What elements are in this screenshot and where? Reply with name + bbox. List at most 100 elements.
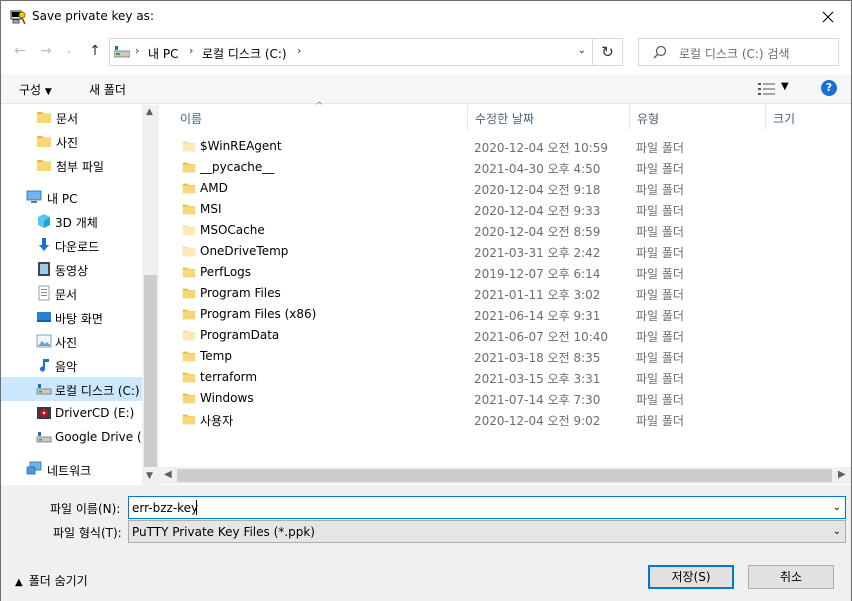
- filetype-select[interactable]: PuTTY Private Key Files (*.ppk) ⌄: [128, 520, 846, 543]
- scroll-left-icon[interactable]: ◀: [164, 469, 172, 480]
- file-type: 파일 폴더: [636, 225, 684, 239]
- file-type: 파일 폴더: [636, 141, 684, 155]
- file-row[interactable]: __pycache__ 2021-04-30 오후 4:50 파일 폴더: [161, 157, 741, 178]
- search-box[interactable]: 로컬 디스크 (C:) 검색: [638, 38, 839, 66]
- help-button[interactable]: ?: [821, 80, 837, 96]
- back-button[interactable]: ←: [10, 41, 30, 61]
- file-row[interactable]: OneDriveTemp 2021-03-31 오후 2:42 파일 폴더: [161, 241, 741, 262]
- file-row[interactable]: MSI 2020-12-04 오전 9:33 파일 폴더: [161, 199, 741, 220]
- nav-item[interactable]: 첨부 파일: [1, 153, 142, 177]
- nav-item[interactable]: 문서: [1, 281, 142, 305]
- navigation-scrollbar[interactable]: ▲ ▼: [142, 105, 159, 485]
- file-name: OneDriveTemp: [200, 244, 289, 258]
- forward-button[interactable]: →: [36, 41, 56, 61]
- filename-input[interactable]: err-bzz-key ⌄: [128, 496, 846, 519]
- scrollbar-thumb[interactable]: [144, 275, 157, 467]
- organize-button[interactable]: 구성 ▼: [19, 81, 52, 98]
- file-type: 파일 폴더: [636, 393, 684, 407]
- breadcrumb-my-pc[interactable]: 내 PC: [148, 45, 178, 62]
- horizontal-scrollbar[interactable]: ◀ ▶: [159, 467, 851, 484]
- nav-item[interactable]: 내 PC: [1, 185, 142, 209]
- drive-icon: [114, 46, 130, 58]
- nav-item[interactable]: 바탕 화면: [1, 305, 142, 329]
- folder-icon: [182, 288, 196, 299]
- breadcrumb-separator: ›: [297, 44, 302, 57]
- nav-item[interactable]: 사진: [1, 129, 142, 153]
- file-row[interactable]: AMD 2020-12-04 오전 9:18 파일 폴더: [161, 178, 741, 199]
- file-date: 2021-03-15 오후 3:31: [474, 372, 601, 386]
- column-header-size[interactable]: 크기: [766, 105, 851, 130]
- file-row[interactable]: Program Files (x86) 2021-06-14 오후 9:31 파일 …: [161, 304, 741, 325]
- file-date: 2021-07-14 오후 7:30: [474, 393, 601, 407]
- music-icon: [40, 359, 49, 372]
- file-type: 파일 폴더: [636, 372, 684, 386]
- file-type: 파일 폴더: [636, 183, 684, 197]
- address-dropdown-icon[interactable]: ⌄: [578, 45, 586, 56]
- column-header-name[interactable]: 이름: [173, 105, 468, 130]
- scroll-up-icon[interactable]: ▲: [146, 107, 153, 117]
- up-button[interactable]: ↑: [85, 41, 105, 61]
- scroll-right-icon[interactable]: ▶: [838, 469, 846, 480]
- folder-icon: [182, 162, 196, 173]
- nav-item-label: 사진: [56, 136, 79, 150]
- folder-icon: [182, 330, 196, 341]
- nav-item-label: 동영상: [55, 264, 89, 278]
- file-name: PerfLogs: [200, 265, 252, 279]
- nav-item[interactable]: 음악: [1, 353, 142, 377]
- folder-icon: [37, 160, 51, 171]
- file-date: 2021-04-30 오후 4:50: [474, 162, 601, 176]
- nav-item[interactable]: DriverCD (E:): [1, 401, 142, 425]
- file-row[interactable]: ProgramData 2021-06-07 오전 10:40 파일 폴더: [161, 325, 741, 346]
- file-row[interactable]: Program Files 2021-01-11 오후 3:02 파일 폴더: [161, 283, 741, 304]
- hide-folders-button[interactable]: ▲ 폴더 숨기기: [15, 572, 88, 589]
- nav-item[interactable]: 다운로드: [1, 233, 142, 257]
- folder-icon: [182, 204, 196, 215]
- file-row[interactable]: PerfLogs 2019-12-07 오후 6:14 파일 폴더: [161, 262, 741, 283]
- file-row[interactable]: Temp 2021-03-18 오전 8:35 파일 폴더: [161, 346, 741, 367]
- nav-item[interactable]: 동영상: [1, 257, 142, 281]
- save-button[interactable]: 저장(S): [648, 565, 734, 589]
- nav-item-label: 3D 개체: [55, 216, 98, 230]
- file-row[interactable]: 사용자 2020-12-04 오전 9:02 파일 폴더: [161, 409, 741, 430]
- nav-item-label: 로컬 디스크 (C:): [55, 384, 140, 398]
- download-icon: [39, 238, 49, 251]
- breadcrumb-local-disk[interactable]: 로컬 디스크 (C:): [202, 45, 287, 62]
- file-date: 2020-12-04 오전 8:59: [474, 225, 601, 239]
- file-row[interactable]: terraform 2021-03-15 오후 3:31 파일 폴더: [161, 367, 741, 388]
- column-header-type[interactable]: 유형: [630, 105, 766, 130]
- view-options-icon[interactable]: [758, 82, 776, 96]
- new-folder-button[interactable]: 새 폴더: [89, 81, 126, 98]
- file-date: 2021-03-18 오전 8:35: [474, 351, 601, 365]
- computer-icon: [26, 190, 42, 203]
- close-button[interactable]: [805, 1, 851, 32]
- folder-icon: [182, 141, 196, 152]
- file-type: 파일 폴더: [636, 351, 684, 365]
- recent-locations-button[interactable]: ⌄: [59, 41, 79, 61]
- scroll-down-icon[interactable]: ▼: [146, 471, 153, 481]
- nav-item[interactable]: 문서: [1, 105, 142, 129]
- folder-icon: [182, 414, 196, 425]
- address-bar[interactable]: › 내 PC › 로컬 디스크 (C:) › ⌄: [109, 38, 593, 66]
- file-row[interactable]: MSOCache 2020-12-04 오전 8:59 파일 폴더: [161, 220, 741, 241]
- cancel-button[interactable]: 취소: [748, 565, 834, 589]
- nav-item[interactable]: 3D 개체: [1, 209, 142, 233]
- nav-item[interactable]: 사진: [1, 329, 142, 353]
- refresh-button[interactable]: ↻: [593, 38, 623, 66]
- breadcrumb-separator: ›: [189, 44, 194, 57]
- column-header-date[interactable]: 수정한 날짜: [468, 105, 630, 130]
- scrollbar-thumb[interactable]: [177, 469, 832, 482]
- file-date: 2019-12-07 오후 6:14: [474, 267, 601, 281]
- chevron-down-icon[interactable]: ⌄: [833, 502, 841, 513]
- file-name: MSOCache: [200, 223, 265, 237]
- file-list: ^ 이름 수정한 날짜 유형 크기 $WinREAgent 2020-12-04 …: [161, 101, 851, 467]
- view-dropdown-icon[interactable]: ▼: [781, 81, 789, 92]
- nav-item[interactable]: 로컬 디스크 (C:): [1, 377, 142, 401]
- file-date: 2021-01-11 오후 3:02: [474, 288, 601, 302]
- file-row[interactable]: Windows 2021-07-14 오후 7:30 파일 폴더: [161, 388, 741, 409]
- nav-item[interactable]: 네트워크: [1, 457, 142, 481]
- filetype-value: PuTTY Private Key Files (*.ppk): [132, 525, 315, 539]
- folder-icon: [182, 351, 196, 362]
- file-row[interactable]: $WinREAgent 2020-12-04 오전 10:59 파일 폴더: [161, 136, 741, 157]
- nav-item[interactable]: Google Drive (G:): [1, 425, 142, 449]
- file-name: __pycache__: [200, 160, 275, 174]
